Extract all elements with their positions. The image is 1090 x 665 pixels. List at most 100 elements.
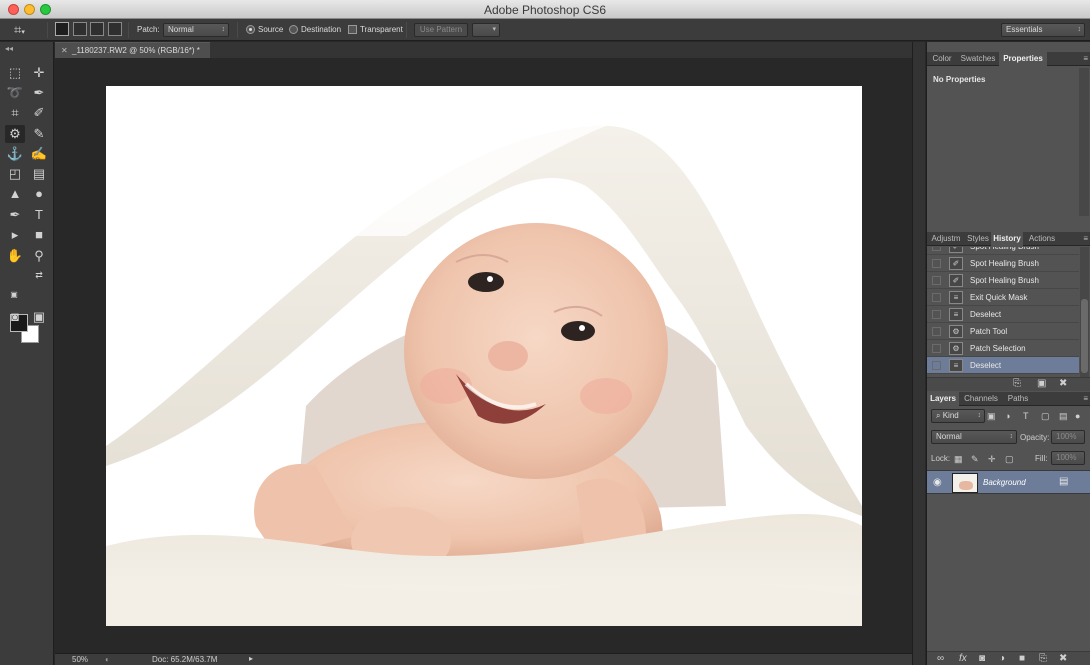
panel-menu-icon[interactable]: ≡ <box>1083 52 1088 66</box>
layer-filter-dropdown[interactable]: ⌕ Kind ↕ <box>931 409 985 423</box>
tab-swatches[interactable]: Swatches <box>957 52 999 66</box>
subtract-from-selection-button[interactable] <box>90 22 104 36</box>
rectangle-tool-icon[interactable]: ■ <box>29 226 49 244</box>
trash-icon[interactable]: ✖ <box>1059 378 1067 390</box>
quick-selection-tool-icon[interactable]: ✒ <box>29 84 49 102</box>
brush-tool-icon[interactable]: ✎ <box>29 125 49 143</box>
history-item[interactable]: ✐ Spot Healing Brush <box>927 247 1079 255</box>
blur-tool-icon[interactable]: ▲ <box>5 185 25 203</box>
new-layer-icon[interactable]: ⎘ <box>1039 653 1047 665</box>
transparent-checkbox[interactable] <box>348 25 357 34</box>
lasso-tool-icon[interactable]: ➰ <box>5 84 25 102</box>
tab-history[interactable]: History <box>991 232 1023 246</box>
document-canvas[interactable] <box>106 86 862 626</box>
lock-position-icon[interactable]: ✛ <box>988 453 996 465</box>
blend-mode-dropdown[interactable]: Normal ↕ <box>931 430 1017 444</box>
history-scroll-thumb[interactable] <box>1081 299 1088 373</box>
history-item[interactable]: ⚙ Patch Selection <box>927 340 1079 357</box>
path-selection-tool-icon[interactable]: ▸ <box>5 226 25 244</box>
zoom-level[interactable]: 50% <box>72 655 88 664</box>
tool-preset-picker[interactable]: ⌗▾ <box>14 22 42 38</box>
filter-smart-object-icon[interactable]: ▤ <box>1059 410 1068 422</box>
tab-paths[interactable]: Paths <box>1003 392 1033 406</box>
history-source-checkbox[interactable] <box>932 293 941 302</box>
workspace-switcher[interactable]: Essentials ↕ <box>1001 23 1085 37</box>
marquee-tool-icon[interactable]: ⬚ <box>5 64 25 82</box>
canvas-scrollbar[interactable] <box>912 42 925 665</box>
clone-stamp-tool-icon[interactable]: ⚓ <box>5 145 25 163</box>
tab-actions[interactable]: Actions <box>1023 232 1061 246</box>
lock-transparent-icon[interactable]: ▦ <box>954 453 963 465</box>
hand-tool-icon[interactable]: ✋ <box>5 247 25 265</box>
filter-pixel-icon[interactable]: ▣ <box>987 410 996 422</box>
move-tool-icon[interactable]: ✛ <box>29 64 49 82</box>
gradient-tool-icon[interactable]: ▤ <box>29 165 49 183</box>
destination-radio[interactable] <box>289 25 298 34</box>
patch-mode-dropdown[interactable]: Normal ↕ <box>163 23 229 37</box>
filter-toggle-icon[interactable]: ● <box>1075 410 1080 422</box>
tab-color[interactable]: Color <box>927 52 957 66</box>
use-pattern-button[interactable]: Use Pattern <box>414 23 468 37</box>
adjustment-layer-icon[interactable]: ◑ <box>999 653 1005 665</box>
dodge-tool-icon[interactable]: ● <box>29 185 49 203</box>
zoom-tool-icon[interactable]: ⚲ <box>29 247 49 265</box>
close-icon[interactable]: ✕ <box>61 43 68 58</box>
swap-colors-icon[interactable]: ⇄ <box>29 266 49 284</box>
history-scrollbar[interactable] <box>1080 247 1089 377</box>
eyedropper-tool-icon[interactable]: ✐ <box>29 104 49 122</box>
layer-row[interactable]: ◉ Background ▤ <box>927 470 1090 494</box>
history-source-checkbox[interactable] <box>932 247 941 251</box>
camera-icon[interactable]: ▣ <box>1037 378 1046 390</box>
history-source-checkbox[interactable] <box>932 276 941 285</box>
history-source-checkbox[interactable] <box>932 327 941 336</box>
panel-menu-icon[interactable]: ≡ <box>1083 232 1088 246</box>
tab-layers[interactable]: Layers <box>927 392 959 406</box>
tab-properties[interactable]: Properties <box>999 52 1047 66</box>
properties-scrollbar[interactable] <box>1079 68 1089 216</box>
history-item-selected[interactable]: ≡ Deselect <box>927 357 1079 374</box>
filter-adjustment-icon[interactable]: ◑ <box>1005 410 1010 422</box>
collapse-arrows-icon[interactable]: ◂◂ <box>5 44 13 53</box>
tab-styles[interactable]: Styles <box>965 232 991 246</box>
trash-icon[interactable]: ✖ <box>1059 653 1067 665</box>
screen-mode-icon[interactable]: ▣ <box>29 308 49 326</box>
tab-channels[interactable]: Channels <box>959 392 1003 406</box>
eraser-tool-icon[interactable]: ◰ <box>5 165 25 183</box>
intersect-selection-button[interactable] <box>108 22 122 36</box>
panel-menu-icon[interactable]: ≡ <box>1083 392 1088 406</box>
history-brush-tool-icon[interactable]: ✍ <box>29 145 49 163</box>
eye-icon[interactable]: ◉ <box>933 477 942 488</box>
history-source-checkbox[interactable] <box>932 310 941 319</box>
default-colors-icon[interactable]: ▣ <box>4 290 24 300</box>
link-layers-icon[interactable]: ∞ <box>937 653 944 665</box>
document-tab[interactable]: ✕ _1180237.RW2 @ 50% (RGB/16*) * <box>55 42 210 58</box>
folder-icon[interactable]: ■ <box>1019 653 1025 665</box>
pattern-picker[interactable]: ▾ <box>472 23 500 37</box>
history-source-checkbox[interactable] <box>932 259 941 268</box>
opacity-field[interactable]: 100% <box>1051 430 1085 444</box>
history-item[interactable]: ≡ Exit Quick Mask <box>927 289 1079 306</box>
fill-field[interactable]: 100% <box>1051 451 1085 465</box>
history-item[interactable]: ✐ Spot Healing Brush <box>927 255 1079 272</box>
new-document-from-state-icon[interactable]: ⎘ <box>1013 378 1021 390</box>
lock-image-icon[interactable]: ✎ <box>971 453 979 465</box>
patch-tool-icon[interactable]: ⚙ <box>5 125 25 143</box>
history-source-checkbox[interactable] <box>932 344 941 353</box>
pen-tool-icon[interactable]: ✒ <box>5 206 25 224</box>
lock-all-icon[interactable]: ▢ <box>1005 453 1014 465</box>
layer-name[interactable]: Background <box>983 478 1026 487</box>
source-radio[interactable] <box>246 25 255 34</box>
history-source-checkbox[interactable] <box>932 361 941 370</box>
history-item[interactable]: ≡ Deselect <box>927 306 1079 323</box>
history-item[interactable]: ⚙ Patch Tool <box>927 323 1079 340</box>
add-mask-icon[interactable]: ◙ <box>979 653 985 665</box>
history-item[interactable]: ✐ Spot Healing Brush <box>927 272 1079 289</box>
tab-adjustments[interactable]: Adjustm <box>927 232 965 246</box>
quick-mask-icon[interactable]: ◙ <box>5 308 25 326</box>
fx-icon[interactable]: fx <box>959 653 967 665</box>
add-to-selection-button[interactable] <box>73 22 87 36</box>
crop-tool-icon[interactable]: ⌗ <box>5 104 25 122</box>
new-selection-button[interactable] <box>55 22 69 36</box>
status-menu-arrow-icon[interactable]: ▸ <box>249 654 253 663</box>
filter-shape-icon[interactable]: ▢ <box>1041 410 1050 422</box>
